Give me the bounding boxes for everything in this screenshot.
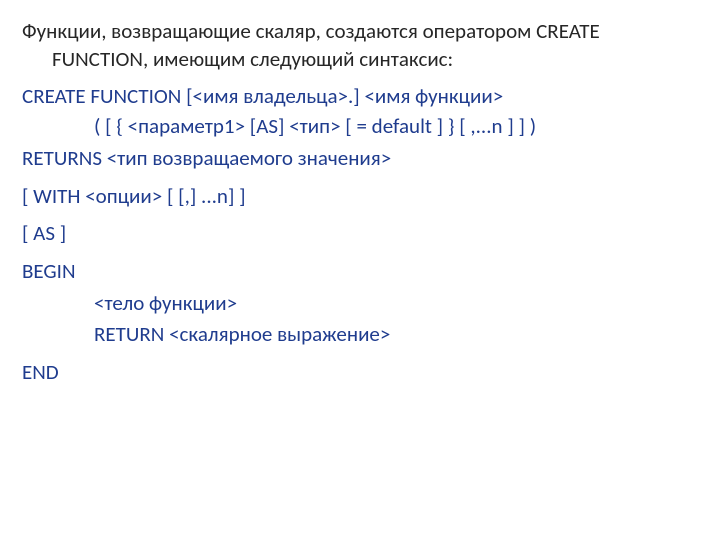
syntax-return: RETURN <скалярное выражение> [22, 321, 698, 349]
syntax-returns: RETURNS <тип возвращаемого значения> [22, 145, 698, 173]
syntax-begin: BEGIN [22, 258, 698, 286]
syntax-end: END [22, 359, 698, 387]
syntax-as: [ AS ] [22, 220, 698, 248]
intro-text: Функции, возвращающие скаляр, создаются … [22, 18, 698, 73]
syntax-with: [ WITH <опции> [ [,] ...n] ] [22, 183, 698, 211]
syntax-params: ( [ { <параметр1> [AS] <тип> [ = default… [22, 113, 698, 141]
syntax-body: <тело функции> [22, 290, 698, 318]
syntax-create-line: CREATE FUNCTION [<имя владельца>.] <имя … [22, 83, 698, 111]
slide-content: Функции, возвращающие скаляр, создаются … [0, 0, 720, 540]
